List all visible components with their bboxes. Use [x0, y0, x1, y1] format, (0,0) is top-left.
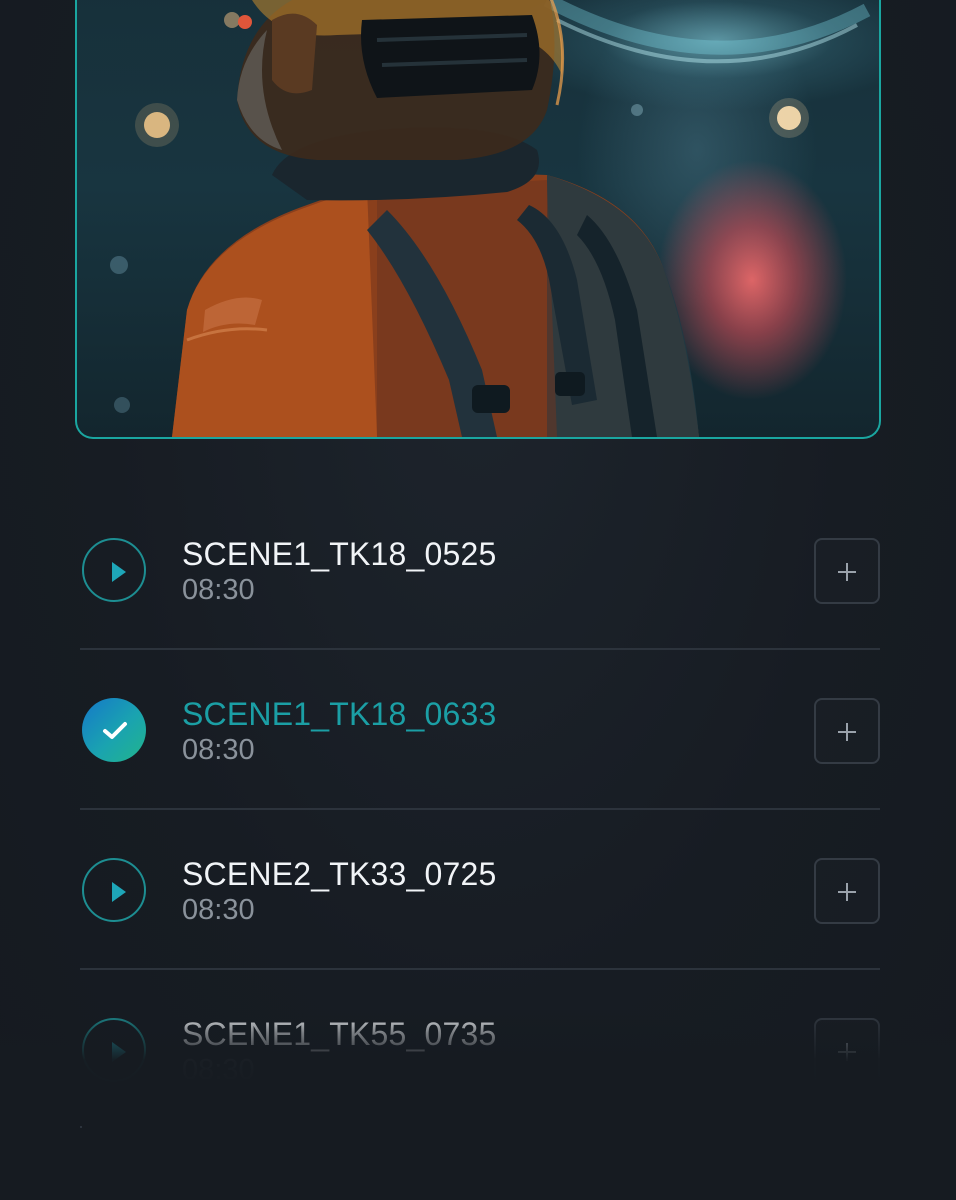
clip-title: SCENE2_TK33_0725: [182, 856, 497, 892]
clip-duration: 08:30: [182, 734, 255, 766]
list-item[interactable]: SCENE1_TK18_0525 08:30: [80, 490, 880, 650]
scroll-indicator: [80, 1126, 82, 1128]
play-button[interactable]: [82, 858, 146, 922]
clip-duration: 08:30: [182, 894, 255, 926]
list-item[interactable]: SCENE1_TK18_0633 08:30: [80, 650, 880, 810]
add-clip-button[interactable]: [814, 698, 880, 764]
clip-duration: 08:30: [182, 574, 255, 606]
list-item[interactable]: SCENE2_TK33_0725 08:30: [80, 810, 880, 970]
selected-check-button[interactable]: [82, 698, 146, 762]
add-clip-button[interactable]: [814, 858, 880, 924]
play-button[interactable]: [82, 1018, 146, 1082]
list-item[interactable]: SCENE1_TK55_0735 08:30: [80, 970, 880, 1130]
play-button[interactable]: [82, 538, 146, 602]
clip-duration: 08:30: [182, 1054, 255, 1086]
clip-list-screen: SCENE1_TK18_0525 08:30 SCENE1_TK18_0633 …: [0, 0, 956, 1200]
check-icon: [103, 722, 127, 739]
clip-title: SCENE1_TK55_0735: [182, 1016, 497, 1052]
play-icon: [112, 562, 126, 582]
play-icon: [112, 882, 126, 902]
video-preview[interactable]: [75, 0, 881, 439]
astronaut-illustration: [110, 0, 871, 437]
clip-title: SCENE1_TK18_0525: [182, 536, 497, 572]
clip-list: SCENE1_TK18_0525 08:30 SCENE1_TK18_0633 …: [80, 490, 880, 1130]
add-clip-button[interactable]: [814, 538, 880, 604]
add-clip-button[interactable]: [814, 1018, 880, 1084]
clip-title: SCENE1_TK18_0633: [182, 696, 497, 732]
play-icon: [112, 1042, 126, 1062]
